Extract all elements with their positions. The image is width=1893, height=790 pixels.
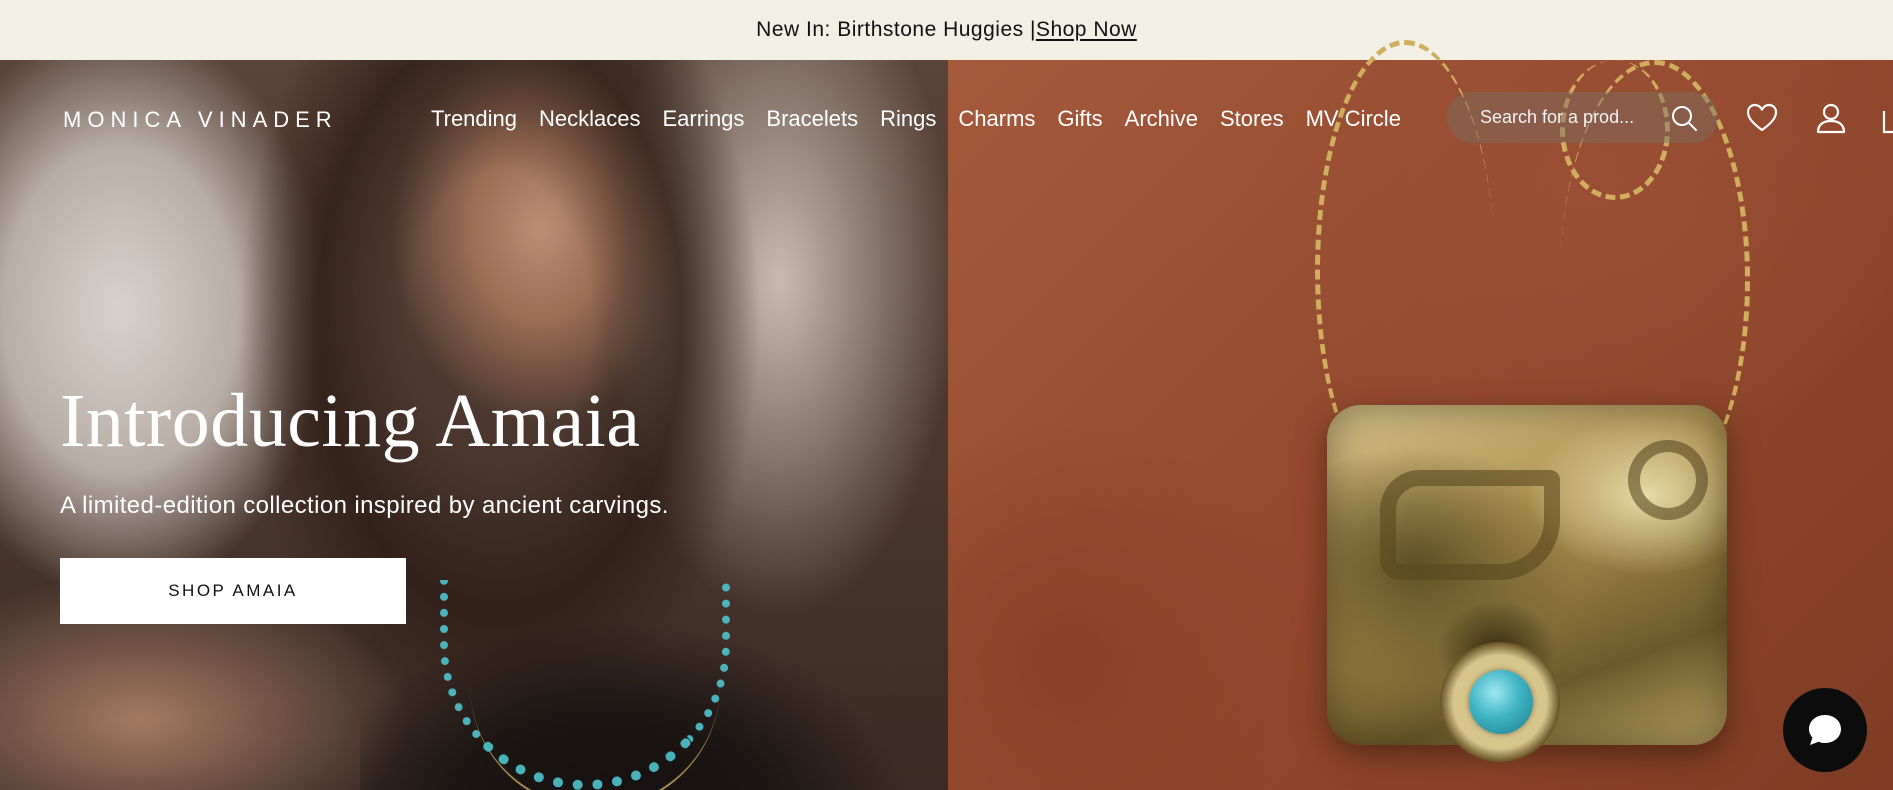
hero-subtitle: A limited-edition collection inspired by…: [60, 492, 669, 519]
shop-amaia-button[interactable]: SHOP AMAIA: [60, 558, 406, 624]
nav-item-stores[interactable]: Stores: [1220, 106, 1284, 132]
nav-item-trending[interactable]: Trending: [431, 106, 517, 132]
nav-item-necklaces[interactable]: Necklaces: [539, 106, 640, 132]
nav-item-earrings[interactable]: Earrings: [663, 106, 745, 132]
nav-item-gifts[interactable]: Gifts: [1057, 106, 1102, 132]
search-icon[interactable]: [1670, 104, 1698, 132]
brand-logo[interactable]: MONICA VINADER: [63, 107, 338, 133]
nav-item-archive[interactable]: Archive: [1125, 106, 1198, 132]
shop-now-link[interactable]: Shop Now: [1036, 18, 1137, 42]
heart-icon[interactable]: [1745, 101, 1779, 135]
search-input[interactable]: [1480, 107, 1660, 128]
bag-icon[interactable]: [1882, 101, 1893, 135]
turquoise-stone: [1469, 670, 1533, 734]
announcement-bar: New In: Birthstone Huggies | Shop Now: [0, 0, 1893, 60]
main-nav: Trending Necklaces Earrings Bracelets Ri…: [431, 106, 1423, 132]
nav-item-charms[interactable]: Charms: [958, 106, 1035, 132]
chat-bubble-icon: [1809, 715, 1841, 745]
chat-button[interactable]: [1783, 688, 1867, 772]
nav-item-rings[interactable]: Rings: [880, 106, 936, 132]
user-icon[interactable]: [1814, 101, 1848, 135]
search-box: [1447, 92, 1718, 143]
nav-item-mv-circle[interactable]: MV Circle: [1306, 106, 1401, 132]
hero-title: Introducing Amaia: [60, 379, 641, 463]
announcement-text: New In: Birthstone Huggies |: [756, 18, 1036, 41]
nav-item-bracelets[interactable]: Bracelets: [766, 106, 858, 132]
